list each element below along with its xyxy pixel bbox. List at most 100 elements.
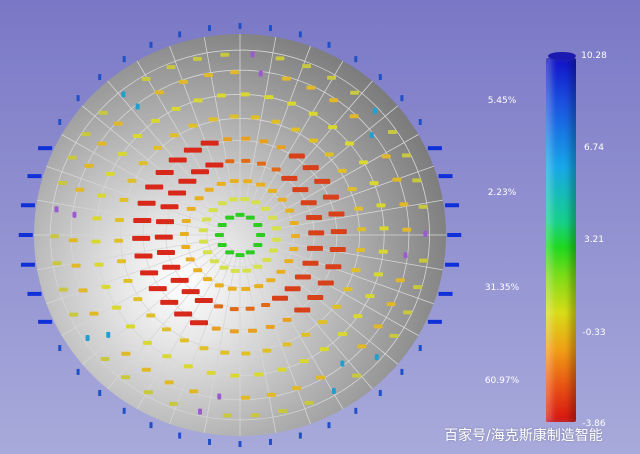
vector-arrow bbox=[245, 250, 255, 255]
vector-arrow bbox=[340, 360, 345, 367]
vector-arrow bbox=[403, 310, 413, 315]
vector-arrow bbox=[268, 248, 278, 253]
vector-arrow bbox=[91, 239, 101, 244]
vector-arrow bbox=[119, 197, 129, 202]
3d-viewport[interactable] bbox=[0, 0, 640, 454]
vector-arrow bbox=[242, 268, 252, 273]
vector-arrow bbox=[89, 311, 99, 316]
vector-arrow bbox=[314, 178, 331, 184]
edge-marker bbox=[447, 233, 462, 237]
vector-arrow bbox=[325, 264, 342, 270]
vector-arrow bbox=[189, 389, 199, 394]
vector-arrow bbox=[292, 386, 302, 391]
vector-arrow bbox=[261, 303, 271, 308]
vector-arrow bbox=[289, 220, 299, 225]
vector-arrow bbox=[419, 258, 429, 263]
vector-arrow bbox=[245, 215, 255, 220]
vector-arrow bbox=[208, 117, 218, 122]
vector-arrow bbox=[302, 165, 319, 171]
vector-arrow bbox=[160, 204, 179, 210]
vector-arrow bbox=[373, 272, 383, 277]
vector-arrow bbox=[284, 286, 301, 292]
vector-arrow bbox=[268, 215, 278, 220]
vector-arrow bbox=[134, 253, 153, 259]
vector-arrow bbox=[413, 285, 423, 290]
vector-arrow bbox=[354, 206, 364, 211]
vector-arrow bbox=[277, 197, 287, 202]
vector-arrow bbox=[251, 200, 261, 205]
vector-arrow bbox=[225, 159, 235, 164]
vector-arrow bbox=[146, 313, 156, 318]
vector-arrow bbox=[156, 250, 175, 256]
vector-arrow bbox=[250, 115, 260, 120]
vector-arrow bbox=[145, 184, 164, 190]
colorbar-tick: -0.33 bbox=[582, 328, 606, 338]
edge-marker bbox=[378, 74, 382, 81]
vector-arrow bbox=[225, 250, 235, 255]
vector-arrow bbox=[253, 264, 263, 269]
vector-arrow bbox=[208, 208, 218, 213]
vector-arrow bbox=[204, 187, 214, 192]
vector-arrow bbox=[229, 329, 239, 334]
vector-arrow bbox=[116, 259, 126, 264]
vector-arrow bbox=[217, 243, 227, 248]
vector-arrow bbox=[240, 92, 250, 97]
vector-arrow bbox=[205, 162, 224, 168]
vector-arrow bbox=[307, 295, 324, 301]
vector-arrow bbox=[54, 206, 59, 213]
vector-arrow bbox=[194, 196, 204, 201]
vector-arrow bbox=[52, 261, 62, 266]
edge-marker bbox=[327, 422, 331, 429]
edge-marker bbox=[427, 146, 442, 151]
vector-arrow bbox=[254, 284, 264, 289]
vector-arrow bbox=[262, 257, 272, 262]
vector-arrow bbox=[308, 111, 318, 116]
vector-arrow bbox=[254, 372, 264, 377]
vector-arrow bbox=[265, 324, 275, 329]
vector-arrow bbox=[374, 354, 379, 361]
vector-arrow bbox=[198, 408, 203, 415]
vector-arrow bbox=[347, 187, 357, 192]
vector-arrow bbox=[188, 123, 198, 128]
vector-arrow bbox=[289, 246, 299, 251]
vector-arrow bbox=[338, 331, 348, 336]
vector-arrow bbox=[300, 200, 317, 206]
vector-arrow bbox=[75, 187, 85, 192]
vector-arrow bbox=[216, 93, 226, 98]
vector-arrow bbox=[229, 307, 239, 312]
vector-arrow bbox=[183, 364, 193, 369]
vector-arrow bbox=[262, 348, 272, 353]
vector-arrow bbox=[181, 289, 200, 295]
vector-arrow bbox=[200, 140, 219, 146]
vector-arrow bbox=[402, 227, 412, 232]
vector-arrow bbox=[135, 103, 140, 110]
vector-arrow bbox=[329, 98, 339, 103]
vector-arrow bbox=[94, 262, 104, 267]
vector-arrow bbox=[140, 270, 159, 276]
vector-arrow bbox=[133, 297, 143, 302]
vector-arrow bbox=[114, 218, 124, 223]
edge-marker bbox=[400, 368, 404, 375]
vector-arrow bbox=[67, 155, 77, 160]
vector-arrow bbox=[278, 409, 288, 414]
vector-arrow bbox=[72, 211, 77, 218]
edge-marker bbox=[76, 368, 80, 375]
vector-arrow bbox=[97, 141, 107, 146]
vector-arrow bbox=[156, 219, 175, 225]
vector-arrow bbox=[253, 222, 263, 227]
vector-arrow bbox=[376, 203, 386, 208]
vector-arrow bbox=[154, 234, 173, 240]
vector-arrow bbox=[178, 178, 197, 184]
vector-arrow bbox=[154, 90, 164, 95]
vector-arrow bbox=[291, 233, 301, 238]
vector-arrow bbox=[206, 370, 216, 375]
edge-marker bbox=[178, 31, 182, 38]
vector-arrow bbox=[288, 153, 305, 159]
vector-arrow bbox=[299, 359, 309, 364]
vector-arrow bbox=[81, 132, 91, 137]
vector-arrow bbox=[181, 219, 191, 224]
vector-arrow bbox=[275, 56, 285, 61]
vector-arrow bbox=[164, 380, 174, 385]
vector-arrow bbox=[133, 218, 152, 224]
vector-arrow bbox=[92, 216, 102, 221]
